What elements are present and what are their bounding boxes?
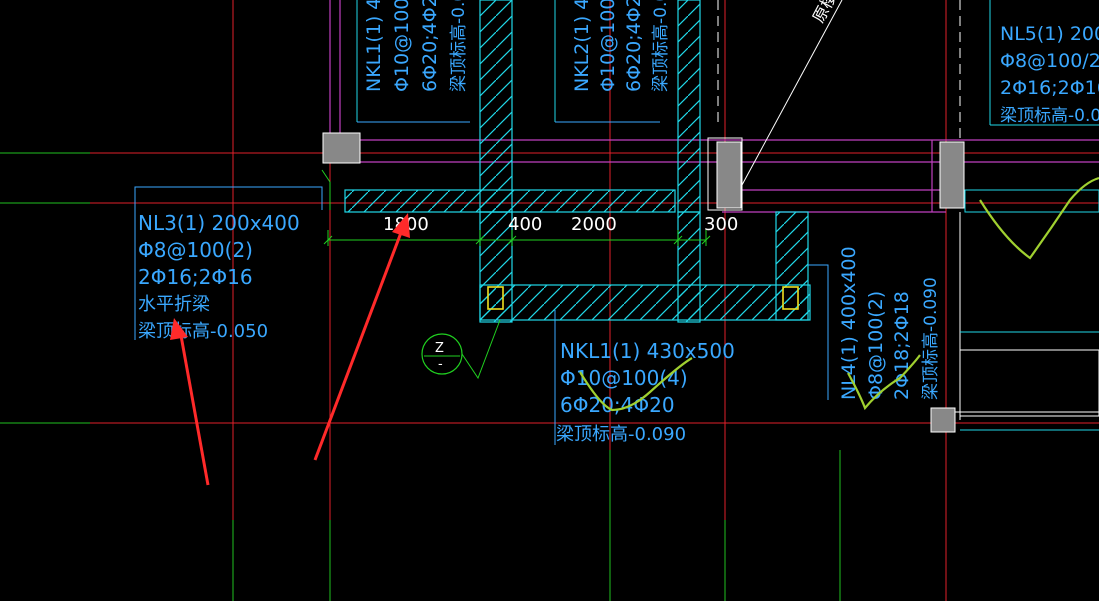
svg-text:6Φ20;4Φ20: 6Φ20;4Φ20 — [419, 0, 441, 92]
wall-vertical-left — [479, 0, 513, 213]
cad-drawing-canvas[interactable]: 1800 400 2000 300 Z - NL3(1) 200x400 Φ8@… — [0, 0, 1099, 601]
column-block — [930, 407, 956, 433]
column-block — [939, 141, 965, 209]
svg-text:NKL1(1) 430x500: NKL1(1) 430x500 — [363, 0, 385, 92]
svg-text:水平折梁: 水平折梁 — [138, 294, 210, 315]
svg-text:Φ10@100(4): Φ10@100(4) — [597, 0, 619, 92]
svg-text:2Φ16;2Φ16: 2Φ16;2Φ16 — [1000, 77, 1099, 99]
svg-text:梁顶标高-0.050: 梁顶标高-0.050 — [138, 321, 268, 342]
svg-text:Φ8@100(2): Φ8@100(2) — [865, 291, 887, 400]
svg-text:Φ10@100(4): Φ10@100(4) — [560, 366, 688, 390]
svg-text:Φ8@100(2): Φ8@100(2) — [138, 238, 253, 262]
svg-text:NL5(1) 200x400: NL5(1) 200x400 — [1000, 23, 1099, 45]
svg-text:2Φ18;2Φ18: 2Φ18;2Φ18 — [891, 291, 913, 400]
svg-text:NKL1(1) 430x500: NKL1(1) 430x500 — [560, 339, 735, 363]
wall-vertical-right — [677, 0, 701, 213]
dimension-text: 400 — [508, 214, 542, 235]
column-block — [716, 141, 742, 209]
svg-text:Φ8@100/20: Φ8@100/20 — [1000, 50, 1099, 72]
svg-text:梁顶标高-0.090: 梁顶标高-0.090 — [651, 0, 671, 92]
svg-text:6Φ20;4Φ20: 6Φ20;4Φ20 — [623, 0, 645, 92]
dimension-text: 300 — [704, 214, 738, 235]
svg-text:2Φ16;2Φ16: 2Φ16;2Φ16 — [138, 265, 253, 289]
column-block — [322, 132, 361, 164]
dimension-text: 2000 — [571, 214, 617, 235]
svg-text:6Φ20;4Φ20: 6Φ20;4Φ20 — [560, 393, 675, 417]
wall-vertical-far-right — [775, 211, 809, 321]
svg-text:NL3(1) 200x400: NL3(1) 200x400 — [138, 211, 300, 235]
svg-text:Φ10@100(4): Φ10@100(4) — [391, 0, 413, 92]
svg-text:-: - — [438, 357, 443, 372]
svg-text:梁顶标高-0.090: 梁顶标高-0.090 — [556, 424, 686, 445]
svg-text:NKL2(1) 430x500: NKL2(1) 430x500 — [571, 0, 593, 92]
svg-text:Z: Z — [435, 341, 444, 356]
svg-text:梁顶标高-0.090: 梁顶标高-0.090 — [921, 277, 941, 400]
wall-horizontal-lower — [479, 284, 811, 321]
svg-text:梁顶标高-0.090: 梁顶标高-0.090 — [449, 0, 469, 92]
svg-text:梁顶标高-0.05: 梁顶标高-0.05 — [1000, 106, 1099, 126]
